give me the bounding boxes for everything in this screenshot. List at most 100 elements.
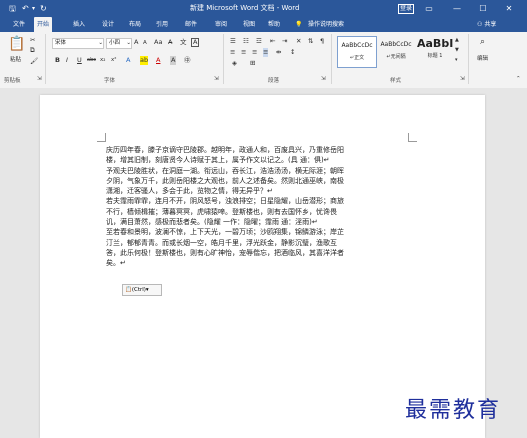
tab-home[interactable]: 开始: [34, 17, 53, 32]
numbering-icon[interactable]: ☷: [243, 37, 249, 46]
text-line: 潇湘，迁客骚人，多会于此，览物之情，得无异乎？↵: [106, 187, 273, 196]
enclosed-character-icon[interactable]: ㊥: [184, 56, 191, 65]
paste-label[interactable]: 粘贴: [10, 55, 21, 63]
tab-view[interactable]: 视图: [240, 17, 258, 32]
line-spacing-icon[interactable]: ↕: [290, 48, 295, 57]
margin-corner-top-left: [97, 133, 106, 142]
divider: [45, 34, 46, 84]
bold-icon[interactable]: B: [55, 56, 60, 65]
document-body[interactable]: 庆历四年春，滕子京谪守巴陵郡。越明年，政通人和，百废具兴，乃重修岳阳 楼，增其旧…: [106, 145, 406, 269]
ribbon: 📋 粘贴 ✂ ⧉ 🖌 剪贴板 ⇲ 宋体 ⌄ 小四 ⌄ A A Aa A̶ 文 A B…: [0, 32, 527, 89]
margin-corner-top-right: [408, 133, 417, 142]
grow-font-icon[interactable]: A: [134, 38, 138, 47]
subscript-icon[interactable]: x₂: [100, 56, 105, 65]
decrease-indent-icon[interactable]: ⇤: [270, 37, 275, 46]
collapse-ribbon-icon[interactable]: ⌃: [516, 76, 521, 82]
text-line: 不行，樯倾楫摧；薄暮冥冥，虎啸猿啼。登斯楼也，则有去国怀乡，忧谗畏: [106, 207, 337, 216]
editing-label[interactable]: 编辑: [477, 54, 488, 62]
text-line: 矣。↵: [106, 259, 126, 268]
text-line: 汀兰，郁郁青青。而或长烟一空，皓月千里，浮光跃金，静影沉璧，渔歌互: [106, 238, 337, 247]
watermark: 最需教育: [405, 398, 502, 423]
text-line: 至若春和景明，波澜不惊，上下天光，一碧万顷；沙鸥翔集，锦鳞游泳；岸芷: [106, 228, 344, 237]
style-preview: AaBbCcDc: [341, 42, 373, 49]
style-name: ↵无间隔: [386, 54, 406, 60]
style-name: 标题 1: [427, 53, 443, 59]
font-launcher-icon[interactable]: ⇲: [214, 76, 219, 82]
tab-review[interactable]: 审阅: [212, 17, 230, 32]
title-bar: 🖫 ↶ ▾ ↻ 新建 Microsoft Word 文档 - Word 登录 ▭…: [0, 0, 527, 17]
style-preview: AaBbI: [417, 37, 454, 50]
style-heading-1[interactable]: AaBbI 标题 1: [417, 36, 453, 66]
styles-more-icon[interactable]: ▾: [455, 56, 458, 65]
phonetic-guide-icon[interactable]: 文: [180, 38, 187, 47]
underline-icon[interactable]: U: [77, 56, 82, 65]
highlight-icon[interactable]: ab: [140, 56, 149, 65]
styles-launcher-icon[interactable]: ⇲: [460, 76, 465, 82]
maximize-icon[interactable]: ☐: [472, 0, 494, 17]
text-line: 楼，增其旧制，刻唐贤今人诗赋于其上，属予作文以记之。(具 通：俱)↵: [106, 156, 330, 165]
tab-layout[interactable]: 布局: [126, 17, 144, 32]
shading-icon[interactable]: ◈: [232, 59, 237, 68]
shrink-font-icon[interactable]: A: [143, 39, 147, 48]
distributed-icon[interactable]: ⇹: [276, 48, 281, 57]
bullets-icon[interactable]: ☰: [230, 37, 236, 46]
increase-indent-icon[interactable]: ⇥: [282, 37, 287, 46]
clipboard-launcher-icon[interactable]: ⇲: [37, 76, 42, 82]
copy-icon[interactable]: ⧉: [30, 46, 35, 55]
save-icon[interactable]: 🖫: [9, 0, 16, 17]
minimize-icon[interactable]: —: [446, 0, 468, 17]
text-effects-icon[interactable]: A: [126, 56, 130, 65]
text-line: 予观夫巴陵胜状，在洞庭一湖。衔远山，吞长江，浩浩汤汤，横无际涯；朝晖: [106, 166, 344, 175]
undo-icon[interactable]: ↶: [22, 0, 29, 17]
chinese-layout-icon[interactable]: ✕: [296, 37, 301, 46]
font-color-icon[interactable]: A: [156, 56, 160, 65]
close-icon[interactable]: ✕: [498, 0, 520, 17]
format-painter-icon[interactable]: 🖌: [30, 57, 38, 66]
change-case-icon[interactable]: Aa: [154, 38, 162, 47]
style-name: ↵正文: [349, 55, 365, 61]
clear-formatting-icon[interactable]: A̶: [168, 38, 172, 47]
share-button[interactable]: ⚇ 共享: [474, 17, 499, 32]
style-no-spacing[interactable]: AaBbCcDc ↵无间隔: [377, 36, 415, 66]
font-size-select[interactable]: 小四 ⌄: [106, 38, 132, 49]
styles-scroll-down-icon[interactable]: ▼: [455, 46, 459, 55]
font-name-select[interactable]: 宋体 ⌄: [52, 38, 104, 49]
borders-icon[interactable]: ⊞: [250, 59, 255, 68]
cut-icon[interactable]: ✂: [30, 36, 35, 45]
multilevel-list-icon[interactable]: ☲: [256, 37, 262, 46]
paragraph-launcher-icon[interactable]: ⇲: [321, 76, 326, 82]
text-line: 讥，满目萧然，感极而悲者矣。(隐耀 一作：隐曜；霪雨 通：淫雨)↵: [106, 218, 318, 227]
tab-design[interactable]: 设计: [99, 17, 117, 32]
styles-group-label: 样式: [390, 78, 402, 84]
ribbon-display-icon[interactable]: ▭: [418, 0, 440, 17]
paragraph-group-label: 段落: [268, 78, 280, 84]
character-shading-icon[interactable]: A: [170, 56, 177, 65]
sort-icon[interactable]: ⇅: [308, 37, 313, 46]
style-preview: AaBbCcDc: [380, 41, 412, 48]
styles-scroll-up-icon[interactable]: ▲: [455, 36, 459, 45]
align-center-icon[interactable]: ≡: [241, 48, 246, 57]
superscript-icon[interactable]: x²: [111, 56, 116, 65]
search-icon[interactable]: ⌕: [480, 38, 485, 47]
italic-icon[interactable]: I: [66, 56, 68, 65]
paste-options-button[interactable]: 📋(Ctrl)▾: [122, 284, 162, 296]
enclose-characters-icon[interactable]: A: [191, 38, 200, 47]
strikethrough-icon[interactable]: abc: [87, 56, 96, 65]
account-button[interactable]: 登录: [398, 4, 414, 14]
ribbon-tabs: 文件 开始 插入 设计 布局 引用 邮件 审阅 视图 帮助 💡 操作说明搜索 ⚇…: [0, 17, 527, 32]
tab-insert[interactable]: 插入: [70, 17, 88, 32]
tab-help[interactable]: 帮助: [265, 17, 283, 32]
tab-mailings[interactable]: 邮件: [182, 17, 200, 32]
tab-references[interactable]: 引用: [153, 17, 171, 32]
tab-file[interactable]: 文件: [10, 17, 28, 32]
align-right-icon[interactable]: ≡: [252, 48, 257, 57]
align-left-icon[interactable]: ≡: [230, 48, 235, 57]
justify-icon[interactable]: ≡: [263, 48, 269, 57]
redo-icon[interactable]: ↻: [40, 0, 47, 17]
divider: [331, 34, 332, 84]
style-normal[interactable]: AaBbCcDc ↵正文: [337, 36, 377, 68]
quick-access-more-icon[interactable]: ▾: [32, 0, 35, 17]
tell-me-search[interactable]: 操作说明搜索: [305, 17, 347, 32]
paste-icon[interactable]: 📋: [8, 36, 25, 52]
show-marks-icon[interactable]: ¶: [320, 37, 324, 46]
